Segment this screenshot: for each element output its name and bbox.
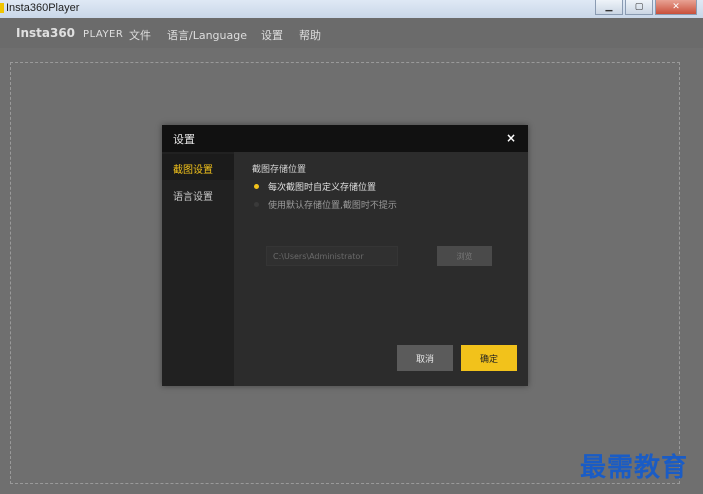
radio-label: 使用默认存储位置,截图时不提示 <box>268 201 397 211</box>
cancel-button[interactable]: 取消 <box>397 345 453 371</box>
sidebar-item-language[interactable]: 语言设置 <box>162 181 234 207</box>
radio-unselected-icon <box>254 202 259 207</box>
brand-sub: PLAYER <box>83 29 124 40</box>
brand-name: Insta360 <box>16 26 76 40</box>
window-close-icon[interactable]: ✕ <box>655 0 697 15</box>
ok-button[interactable]: 确定 <box>461 345 517 371</box>
menu-settings[interactable]: 设置 <box>261 27 283 43</box>
sidebar-item-label: 截图设置 <box>173 165 213 176</box>
menu-help[interactable]: 帮助 <box>299 27 321 43</box>
save-path-field[interactable]: C:\Users\Administrator <box>266 246 398 266</box>
sidebar-item-screenshot[interactable]: 截图设置 <box>162 154 234 180</box>
maximize-icon[interactable]: ▢ <box>625 0 653 15</box>
minimize-icon[interactable]: ▁ <box>595 0 623 15</box>
watermark-logo: 最需教育 <box>580 453 689 483</box>
window-controls: ▁ ▢ ✕ <box>595 0 697 15</box>
window-title: Insta360Player <box>6 2 80 14</box>
browse-button[interactable]: 浏览 <box>437 246 492 266</box>
app-logo-icon <box>0 3 4 13</box>
radio-label: 每次截图时自定义存储位置 <box>268 183 377 193</box>
dialog-body: 截图存储位置 每次截图时自定义存储位置 使用默认存储位置,截图时不提示 C:\U… <box>234 152 528 386</box>
radio-default-location[interactable]: 使用默认存储位置,截图时不提示 <box>254 198 397 211</box>
brand-logo: Insta360 PLAYER <box>16 26 123 40</box>
window-titlebar: Insta360Player ▁ ▢ ✕ <box>0 0 703 19</box>
close-icon[interactable]: × <box>506 131 516 145</box>
settings-dialog: 设置 × 截图设置 语言设置 截图存储位置 每次截图时自定义存储位置 使用默认存… <box>162 125 528 386</box>
menu-file[interactable]: 文件 <box>129 27 151 43</box>
radio-custom-location[interactable]: 每次截图时自定义存储位置 <box>254 180 376 193</box>
dialog-title: 设置 <box>173 133 195 146</box>
app-menubar: Insta360 PLAYER 文件 语言/Language 设置 帮助 <box>0 18 703 48</box>
radio-selected-icon <box>254 184 259 189</box>
dialog-sidebar: 截图设置 语言设置 <box>162 152 234 386</box>
dialog-header: 设置 × <box>162 125 528 152</box>
section-title: 截图存储位置 <box>252 165 307 175</box>
menu-language[interactable]: 语言/Language <box>167 27 247 43</box>
sidebar-item-label: 语言设置 <box>173 192 213 203</box>
